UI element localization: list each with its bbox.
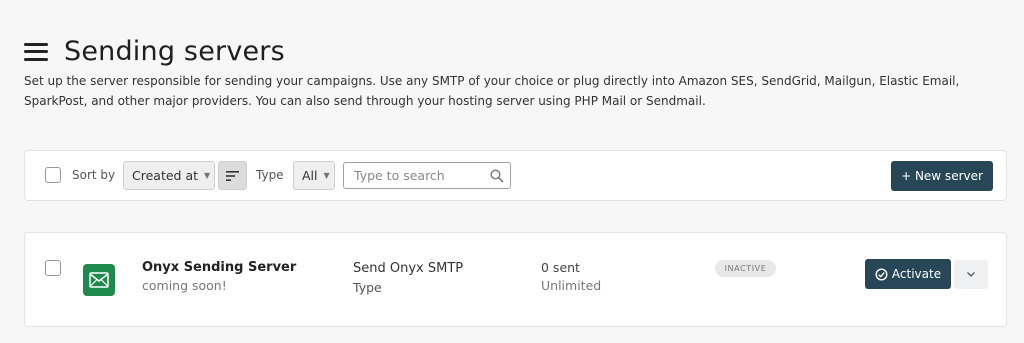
page-title: Sending servers: [64, 36, 285, 67]
sort-lines-icon: [225, 170, 239, 181]
page-header: Sending servers: [24, 36, 285, 67]
row-checkbox[interactable]: [45, 260, 61, 276]
search-icon: [490, 169, 504, 183]
activate-label: Activate: [891, 267, 942, 281]
toolbar: Sort by Created at ▼ Type All ▼ + New se…: [24, 150, 1007, 201]
sort-direction-button[interactable]: [218, 161, 247, 190]
search-box[interactable]: [343, 162, 511, 189]
server-name[interactable]: Onyx Sending Server: [142, 260, 296, 275]
sort-label: Sort by: [72, 168, 116, 182]
chevron-down-icon: [967, 272, 975, 277]
caret-down-icon: ▼: [323, 171, 330, 180]
search-input[interactable]: [344, 163, 484, 188]
sending-limit: Unlimited: [541, 278, 602, 293]
envelope-icon: [89, 272, 109, 288]
hamburger-menu-icon[interactable]: [24, 42, 48, 61]
server-row: Onyx Sending Server coming soon! Send On…: [24, 232, 1007, 327]
server-logo: [83, 264, 115, 296]
new-server-button[interactable]: + New server: [891, 161, 993, 191]
activate-button[interactable]: Activate: [865, 259, 951, 289]
sort-select-value: Created at: [132, 168, 199, 183]
page-description: Set up the server responsible for sendin…: [24, 74, 960, 108]
server-subtitle: coming soon!: [142, 278, 227, 293]
type-select[interactable]: All ▼: [293, 161, 335, 190]
select-all-checkbox[interactable]: [45, 167, 61, 183]
sent-count: 0 sent: [541, 260, 580, 275]
check-circle-icon: [875, 267, 888, 281]
caret-down-icon: ▼: [204, 171, 211, 180]
server-type-label: Type: [353, 280, 382, 295]
sort-select[interactable]: Created at ▼: [123, 161, 215, 190]
more-actions-dropdown[interactable]: [954, 260, 988, 289]
server-type-value: Send Onyx SMTP: [353, 261, 464, 276]
type-label: Type: [256, 168, 284, 182]
type-select-value: All: [302, 168, 318, 183]
status-badge: INACTIVE: [715, 260, 776, 277]
